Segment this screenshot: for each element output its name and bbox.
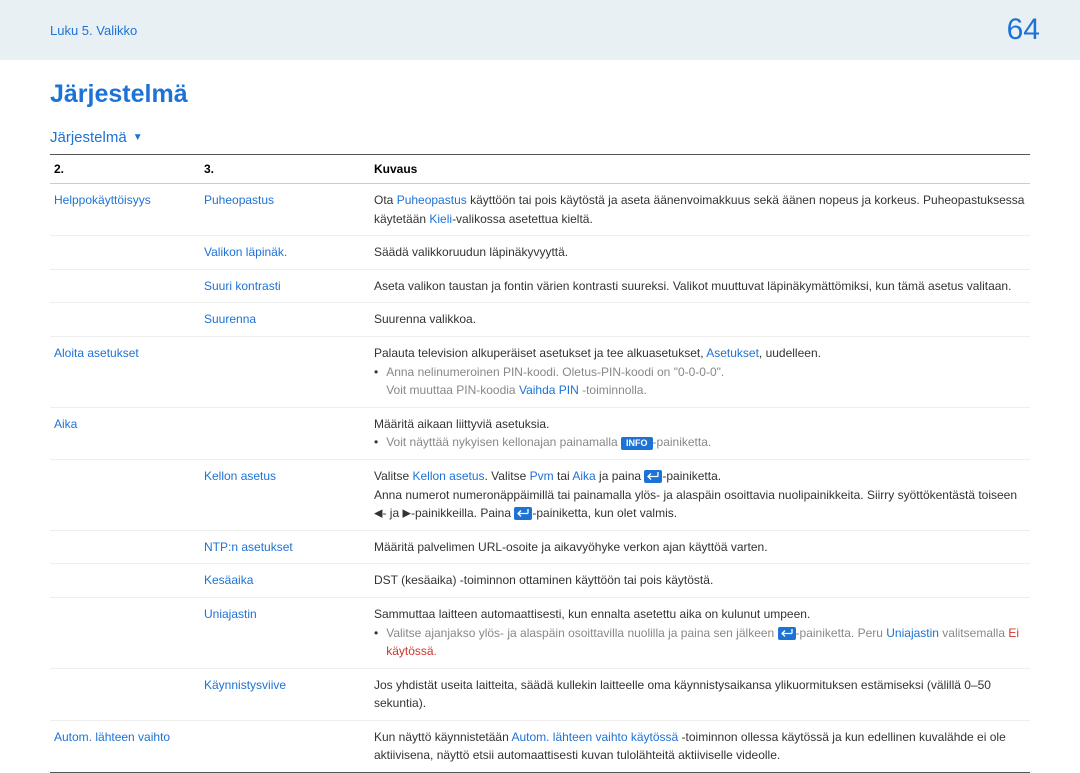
col-description: Kuvaus xyxy=(370,155,1030,184)
text: Kun näyttö käynnistetään xyxy=(374,730,511,744)
cell-text: Ota Puheopastus käyttöön tai pois käytös… xyxy=(370,184,1030,236)
text: -toiminnolla. xyxy=(579,383,647,397)
text: Sammuttaa laitteen automaattisesti, kun … xyxy=(374,605,1026,624)
language-inline: Kieli xyxy=(429,212,452,226)
bullet-icon: • xyxy=(374,624,378,661)
text: - ja xyxy=(382,506,402,520)
table-header-row: 2. 3. Kuvaus xyxy=(50,155,1030,184)
table-row: NTP:n asetukset Määritä palvelimen URL-o… xyxy=(50,530,1030,564)
change-pin-inline: Vaihda PIN xyxy=(519,383,579,397)
text: -painiketta. Peru xyxy=(796,626,887,640)
auto-source-on-inline: Autom. lähteen vaihto käytössä xyxy=(511,730,678,744)
accessibility-label: Helppokäyttöisyys xyxy=(54,193,151,207)
cell-text: Palauta television alkuperäiset asetukse… xyxy=(370,336,1030,407)
bullet-text: Anna nelinumeroinen PIN-koodi. Oletus-PI… xyxy=(386,363,724,382)
text: Valitse ajanjakso ylös- ja alaspäin osoi… xyxy=(386,626,777,640)
time-inline: Aika xyxy=(572,469,595,483)
col-2: 2. xyxy=(50,155,200,184)
cell-text: Kun näyttö käynnistetään Autom. lähteen … xyxy=(370,720,1030,772)
page-content: Järjestelmä Järjestelmä ▼ 2. 3. Kuvaus H… xyxy=(0,60,1080,773)
breadcrumb[interactable]: Luku 5. Valikko xyxy=(50,23,137,38)
cell-text: Sammuttaa laitteen automaattisesti, kun … xyxy=(370,597,1030,668)
table-row: Autom. lähteen vaihto Kun näyttö käynnis… xyxy=(50,720,1030,772)
text: Ota xyxy=(374,193,397,207)
menu-transparency-label: Valikon läpinäk. xyxy=(204,245,287,259)
cell-text: DST (kesäaika) -toiminnon ottaminen käyt… xyxy=(370,564,1030,598)
cell-text: Aseta valikon taustan ja fontin värien k… xyxy=(370,269,1030,303)
clock-set-label: Kellon asetus xyxy=(204,469,276,483)
text: Palauta television alkuperäiset asetukse… xyxy=(374,346,706,360)
text: , uudelleen. xyxy=(759,346,821,360)
voice-guide-inline: Puheopastus xyxy=(397,193,467,207)
text: -valikossa asetettua kieltä. xyxy=(452,212,593,226)
col-3: 3. xyxy=(200,155,370,184)
cell-text: Säädä valikkoruudun läpinäkyvyyttä. xyxy=(370,236,1030,270)
date-inline: Pvm xyxy=(530,469,554,483)
settings-inline: Asetukset xyxy=(706,346,759,360)
table-row: Uniajastin Sammuttaa laitteen automaatti… xyxy=(50,597,1030,668)
chevron-down-icon: ▼ xyxy=(133,132,143,143)
cell-text: Määritä palvelimen URL-osoite ja aikavyö… xyxy=(370,530,1030,564)
section-label: Järjestelmä xyxy=(50,129,127,146)
table-row: Valikon läpinäk. Säädä valikkoruudun läp… xyxy=(50,236,1030,270)
text: . xyxy=(434,644,437,658)
boot-delay-label: Käynnistysviive xyxy=(204,678,286,692)
settings-table: 2. 3. Kuvaus Helppokäyttöisyys Puheopast… xyxy=(50,154,1030,773)
arrow-right-icon: ▶ xyxy=(402,507,410,519)
text: Määritä aikaan liittyviä asetuksia. xyxy=(374,415,1026,434)
cell-text: Suurenna valikkoa. xyxy=(370,303,1030,337)
cell-text: Jos yhdistät useita laitteita, säädä kul… xyxy=(370,668,1030,720)
text: -painiketta, kun olet valmis. xyxy=(532,506,677,520)
section-heading[interactable]: Järjestelmä ▼ xyxy=(50,129,1030,146)
enter-icon xyxy=(514,507,532,520)
text: . Valitse xyxy=(485,469,530,483)
page-title: Järjestelmä xyxy=(50,80,1030,109)
bullet-icon: • xyxy=(374,433,378,452)
text: tai xyxy=(554,469,573,483)
table-row: Aloita asetukset Palauta television alku… xyxy=(50,336,1030,407)
text: -painiketta. xyxy=(653,435,712,449)
text: Voit muuttaa PIN-koodia xyxy=(386,383,519,397)
sleep-timer-inline: Uniajastin xyxy=(886,626,939,640)
page-header: Luku 5. Valikko 64 xyxy=(0,0,1080,60)
table-row: Kellon asetus Valitse Kellon asetus. Val… xyxy=(50,459,1030,530)
text: Valitse xyxy=(374,469,412,483)
start-setup-label: Aloita asetukset xyxy=(54,346,139,360)
cell-text: Määritä aikaan liittyviä asetuksia. • Vo… xyxy=(370,407,1030,459)
table-row: Helppokäyttöisyys Puheopastus Ota Puheop… xyxy=(50,184,1030,236)
clock-set-inline: Kellon asetus xyxy=(412,469,484,483)
enter-icon xyxy=(778,627,796,640)
table-row: Suurenna Suurenna valikkoa. xyxy=(50,303,1030,337)
table-row: Aika Määritä aikaan liittyviä asetuksia.… xyxy=(50,407,1030,459)
enlarge-label: Suurenna xyxy=(204,312,256,326)
text: valitsemalla xyxy=(939,626,1008,640)
info-badge-icon: INFO xyxy=(621,437,653,450)
auto-source-switch-label: Autom. lähteen vaihto xyxy=(54,730,170,744)
table-row: Suuri kontrasti Aseta valikon taustan ja… xyxy=(50,269,1030,303)
voice-guide-label: Puheopastus xyxy=(204,193,274,207)
text: Anna numerot numeronäppäimillä tai paina… xyxy=(374,488,1017,502)
enter-icon xyxy=(644,470,662,483)
time-label: Aika xyxy=(54,417,77,431)
cell-text: Valitse Kellon asetus. Valitse Pvm tai A… xyxy=(370,459,1030,530)
table-row: Kesäaika DST (kesäaika) -toiminnon ottam… xyxy=(50,564,1030,598)
table-row: Käynnistysviive Jos yhdistät useita lait… xyxy=(50,668,1030,720)
sleep-timer-label: Uniajastin xyxy=(204,607,257,621)
dst-label: Kesäaika xyxy=(204,573,253,587)
ntp-label: NTP:n asetukset xyxy=(204,540,293,554)
text: ja paina xyxy=(596,469,645,483)
page-number: 64 xyxy=(1007,13,1040,47)
text: Voit näyttää nykyisen kellonajan painama… xyxy=(386,435,621,449)
high-contrast-label: Suuri kontrasti xyxy=(204,279,281,293)
bullet-icon: • xyxy=(374,363,378,400)
text: -painikkeilla. Paina xyxy=(411,506,514,520)
text: -painiketta. xyxy=(662,469,721,483)
